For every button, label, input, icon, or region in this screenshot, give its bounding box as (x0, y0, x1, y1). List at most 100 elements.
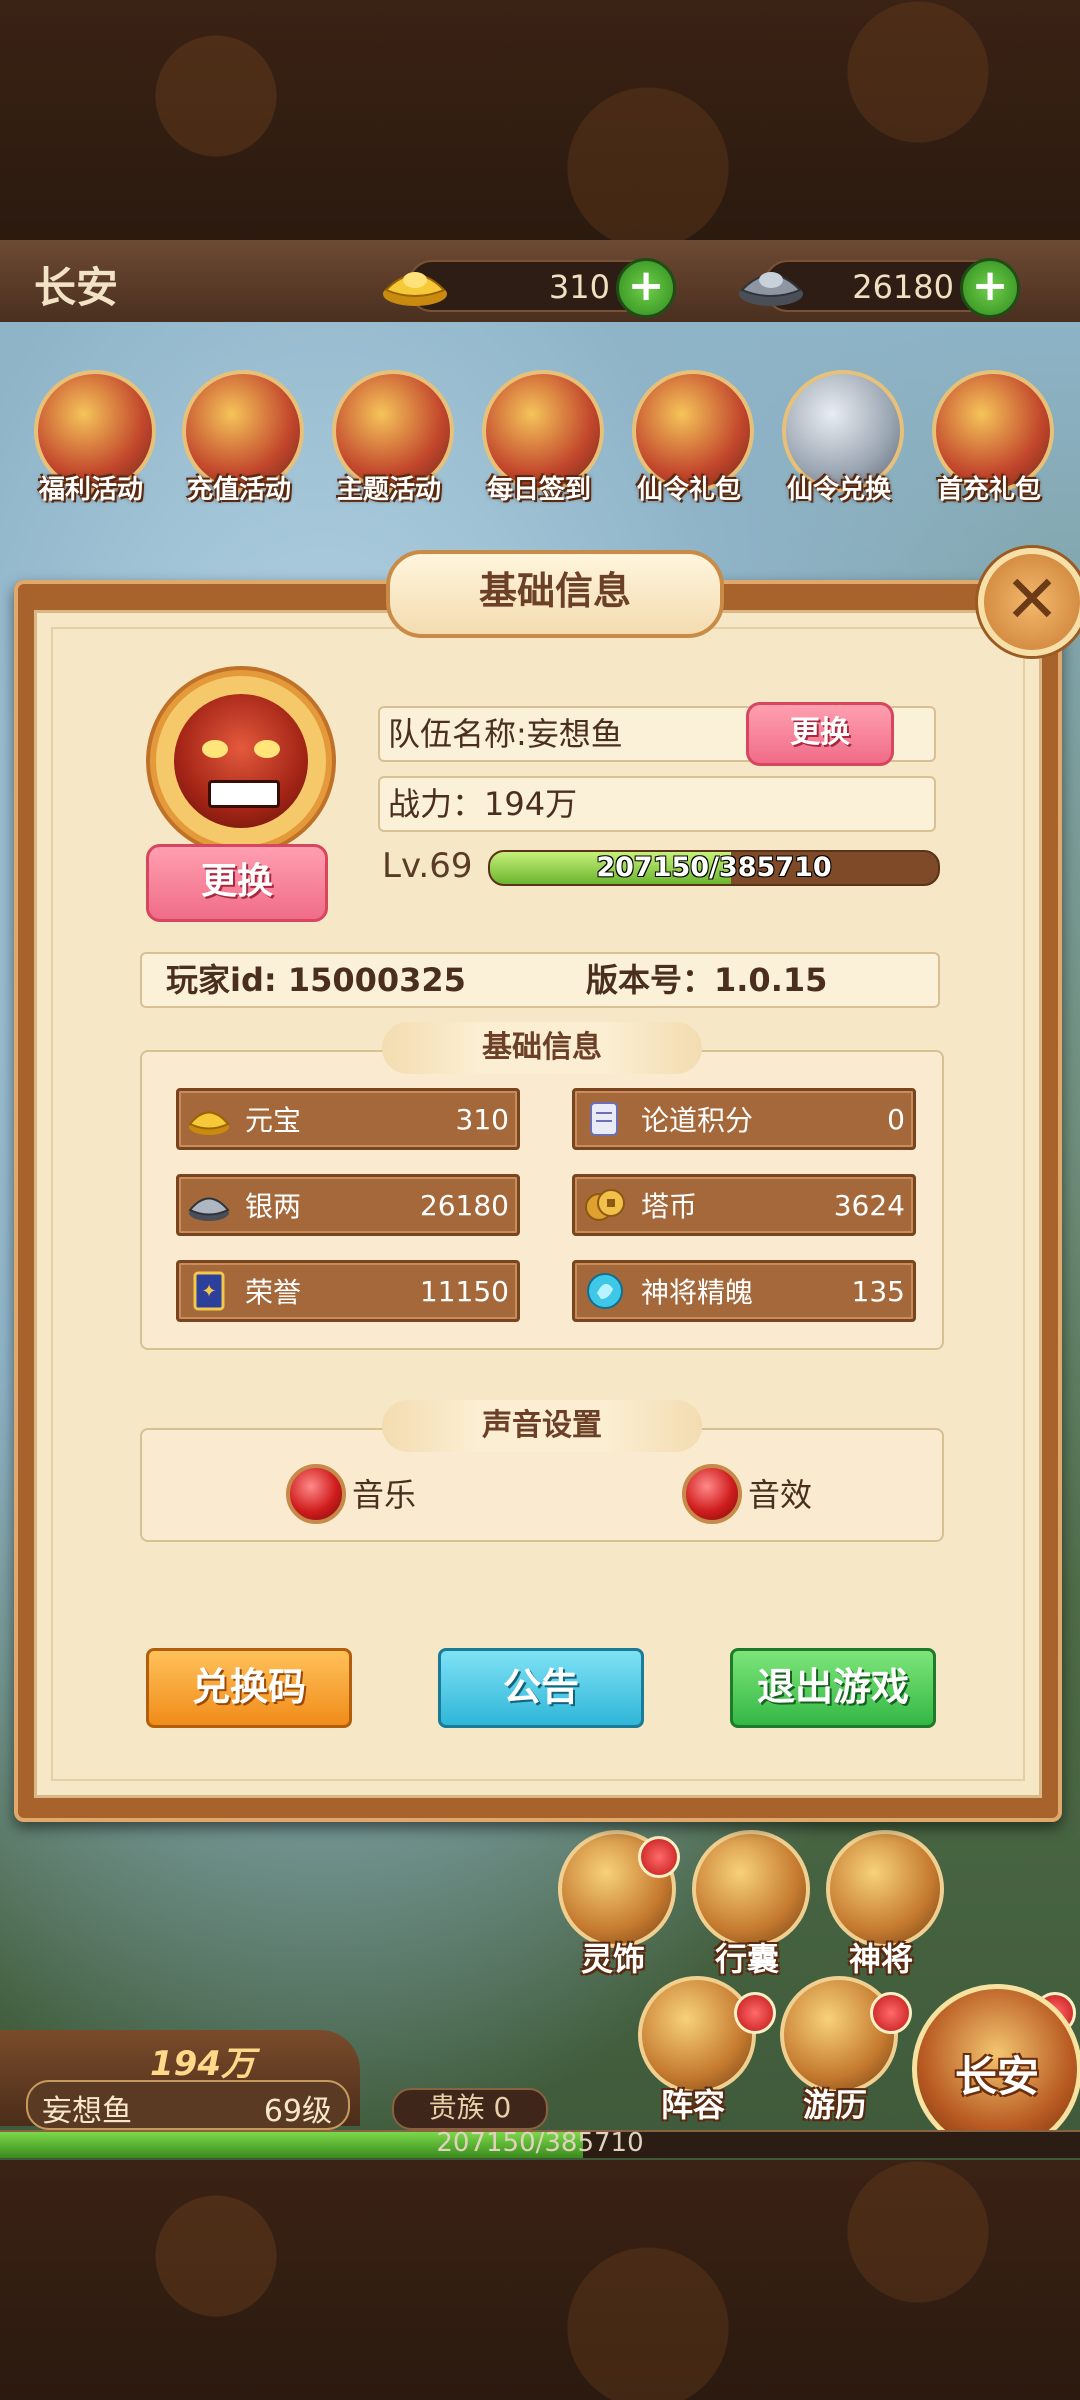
player-exp-bar: 207150/385710 (0, 2128, 1080, 2158)
resources-title: 基础信息 (382, 1022, 702, 1074)
resource-gold: 元宝 310 (176, 1088, 520, 1150)
activity-row: 福利活动 充值活动 主题活动 每日签到 仙令礼包 仙令兑换 首充礼包 (0, 370, 1080, 505)
change-avatar-button[interactable]: 更换 (146, 844, 328, 922)
exp-bar: 207150/385710 (488, 850, 940, 886)
resource-tower-coin: 塔币 3624 (572, 1174, 916, 1236)
change-name-button[interactable]: 更换 (746, 702, 894, 766)
close-icon: ✕ (1004, 561, 1060, 638)
power-label: 战力：194万 (388, 785, 578, 823)
top-bar: 长安 310 + 26180 + (0, 240, 1080, 325)
player-power: 194万 (150, 2044, 255, 2084)
resource-value: 26180 (419, 1189, 509, 1222)
activity-label: 仙令礼包 (636, 475, 741, 505)
resource-name: 塔币 (641, 1190, 698, 1223)
resource-soul: 神将精魄 135 (572, 1260, 916, 1322)
resource-silver: 银两 26180 (176, 1174, 520, 1236)
activity-label: 主题活动 (336, 475, 441, 505)
bag-icon (692, 1830, 810, 1948)
notification-dot (870, 1992, 912, 2034)
avatar-eye (202, 740, 228, 758)
activity-recharge[interactable]: 充值活动 (174, 370, 304, 505)
activity-exchange[interactable]: 仙令兑换 (774, 370, 904, 505)
music-toggle[interactable] (286, 1464, 346, 1524)
avatar-mouth (208, 780, 280, 808)
activity-first-recharge[interactable]: 首充礼包 (924, 370, 1054, 505)
scroll-icon (590, 1102, 618, 1136)
activity-theme[interactable]: 主题活动 (324, 370, 454, 505)
svg-text:✦: ✦ (201, 1281, 216, 1302)
nav-bag[interactable]: 行囊 (682, 1830, 812, 1980)
exp-text: 207150/385710 (596, 852, 832, 883)
close-button[interactable]: ✕ (978, 548, 1080, 656)
sfx-label: 音效 (748, 1476, 813, 1514)
dialog-title: 基础信息 (386, 550, 724, 638)
add-silver-button[interactable]: + (960, 258, 1020, 318)
resource-name: 论道积分 (641, 1104, 754, 1137)
soul-gem-icon (587, 1273, 623, 1309)
silver-ingot-icon (739, 272, 803, 306)
noble-badge[interactable]: 贵族 0 (392, 2088, 548, 2130)
player-exp-text: 207150/385710 (436, 2128, 644, 2158)
nav-label: 行囊 (714, 1940, 779, 1978)
sound-title: 声音设置 (382, 1400, 702, 1452)
resource-name: 荣誉 (245, 1276, 302, 1309)
version: 版本号：1.0.15 (586, 961, 828, 999)
city-name: 长安 (34, 263, 119, 312)
activity-label: 每日签到 (486, 475, 591, 505)
player-name: 妄想鱼 (42, 2094, 132, 2129)
sfx-toggle[interactable] (682, 1464, 742, 1524)
gold-value: 310 (548, 268, 610, 306)
notification-dot (734, 1992, 776, 2034)
gold-ingot-icon (383, 272, 447, 306)
player-id: 玩家id: 15000325 (166, 961, 466, 999)
resource-value: 135 (851, 1275, 905, 1308)
activity-label: 福利活动 (38, 475, 143, 505)
silver-value: 26180 (852, 268, 954, 306)
resource-name: 元宝 (245, 1104, 302, 1137)
notification-dot (638, 1836, 680, 1878)
avatar-eye (254, 740, 280, 758)
resource-debate-points: 论道积分 0 (572, 1088, 916, 1150)
activity-label: 仙令兑换 (786, 475, 891, 505)
city-label: 长安 (954, 2052, 1039, 2101)
resource-value: 0 (887, 1103, 905, 1136)
silver-currency: 26180 + (739, 258, 1020, 318)
team-name-label: 队伍名称:妄想鱼 (388, 715, 623, 753)
activity-label: 充值活动 (186, 475, 291, 505)
notice-button[interactable]: 公告 (438, 1648, 644, 1728)
player-level: 69级 (263, 2094, 332, 2129)
resource-value: 11150 (419, 1275, 509, 1308)
nav-hero[interactable]: 神将 (816, 1830, 946, 1980)
player-name-pill: 妄想鱼 69级 (26, 2080, 350, 2130)
redeem-code-button[interactable]: 兑换码 (146, 1648, 352, 1728)
player-id-field: 玩家id: 15000325 版本号：1.0.15 (140, 952, 940, 1008)
power-field: 战力：194万 (378, 776, 936, 832)
activity-label: 首充礼包 (936, 475, 1041, 505)
resource-name: 银两 (245, 1190, 302, 1223)
activity-gift-pack[interactable]: 仙令礼包 (624, 370, 754, 505)
hero-icon (826, 1830, 944, 1948)
music-label: 音乐 (352, 1476, 417, 1514)
resource-value: 310 (455, 1103, 509, 1136)
coin-icon (585, 1189, 625, 1221)
avatar[interactable] (150, 670, 332, 852)
quit-game-button[interactable]: 退出游戏 (730, 1648, 936, 1728)
lion-avatar-icon (174, 694, 308, 828)
nav-label: 灵饰 (580, 1940, 645, 1978)
top-background (0, 0, 1080, 240)
silver-ingot-icon (188, 1197, 230, 1221)
resource-honor: ✦ 荣誉 11150 (176, 1260, 520, 1322)
nav-label: 阵容 (660, 2086, 725, 2124)
level-label: Lv.69 (382, 846, 473, 886)
sound-section: 声音设置 (140, 1400, 944, 1542)
resource-name: 神将精魄 (641, 1276, 754, 1309)
activity-welfare[interactable]: 福利活动 (26, 370, 156, 505)
gold-ingot-icon (188, 1111, 230, 1135)
honor-badge-icon: ✦ (193, 1271, 225, 1311)
activity-signin[interactable]: 每日签到 (474, 370, 604, 505)
nav-label: 游历 (802, 2086, 867, 2124)
gold-currency: 310 + (383, 258, 676, 318)
lineup-icon (638, 1976, 756, 2094)
add-gold-button[interactable]: + (616, 258, 676, 318)
bottom-background (0, 2160, 1080, 2400)
